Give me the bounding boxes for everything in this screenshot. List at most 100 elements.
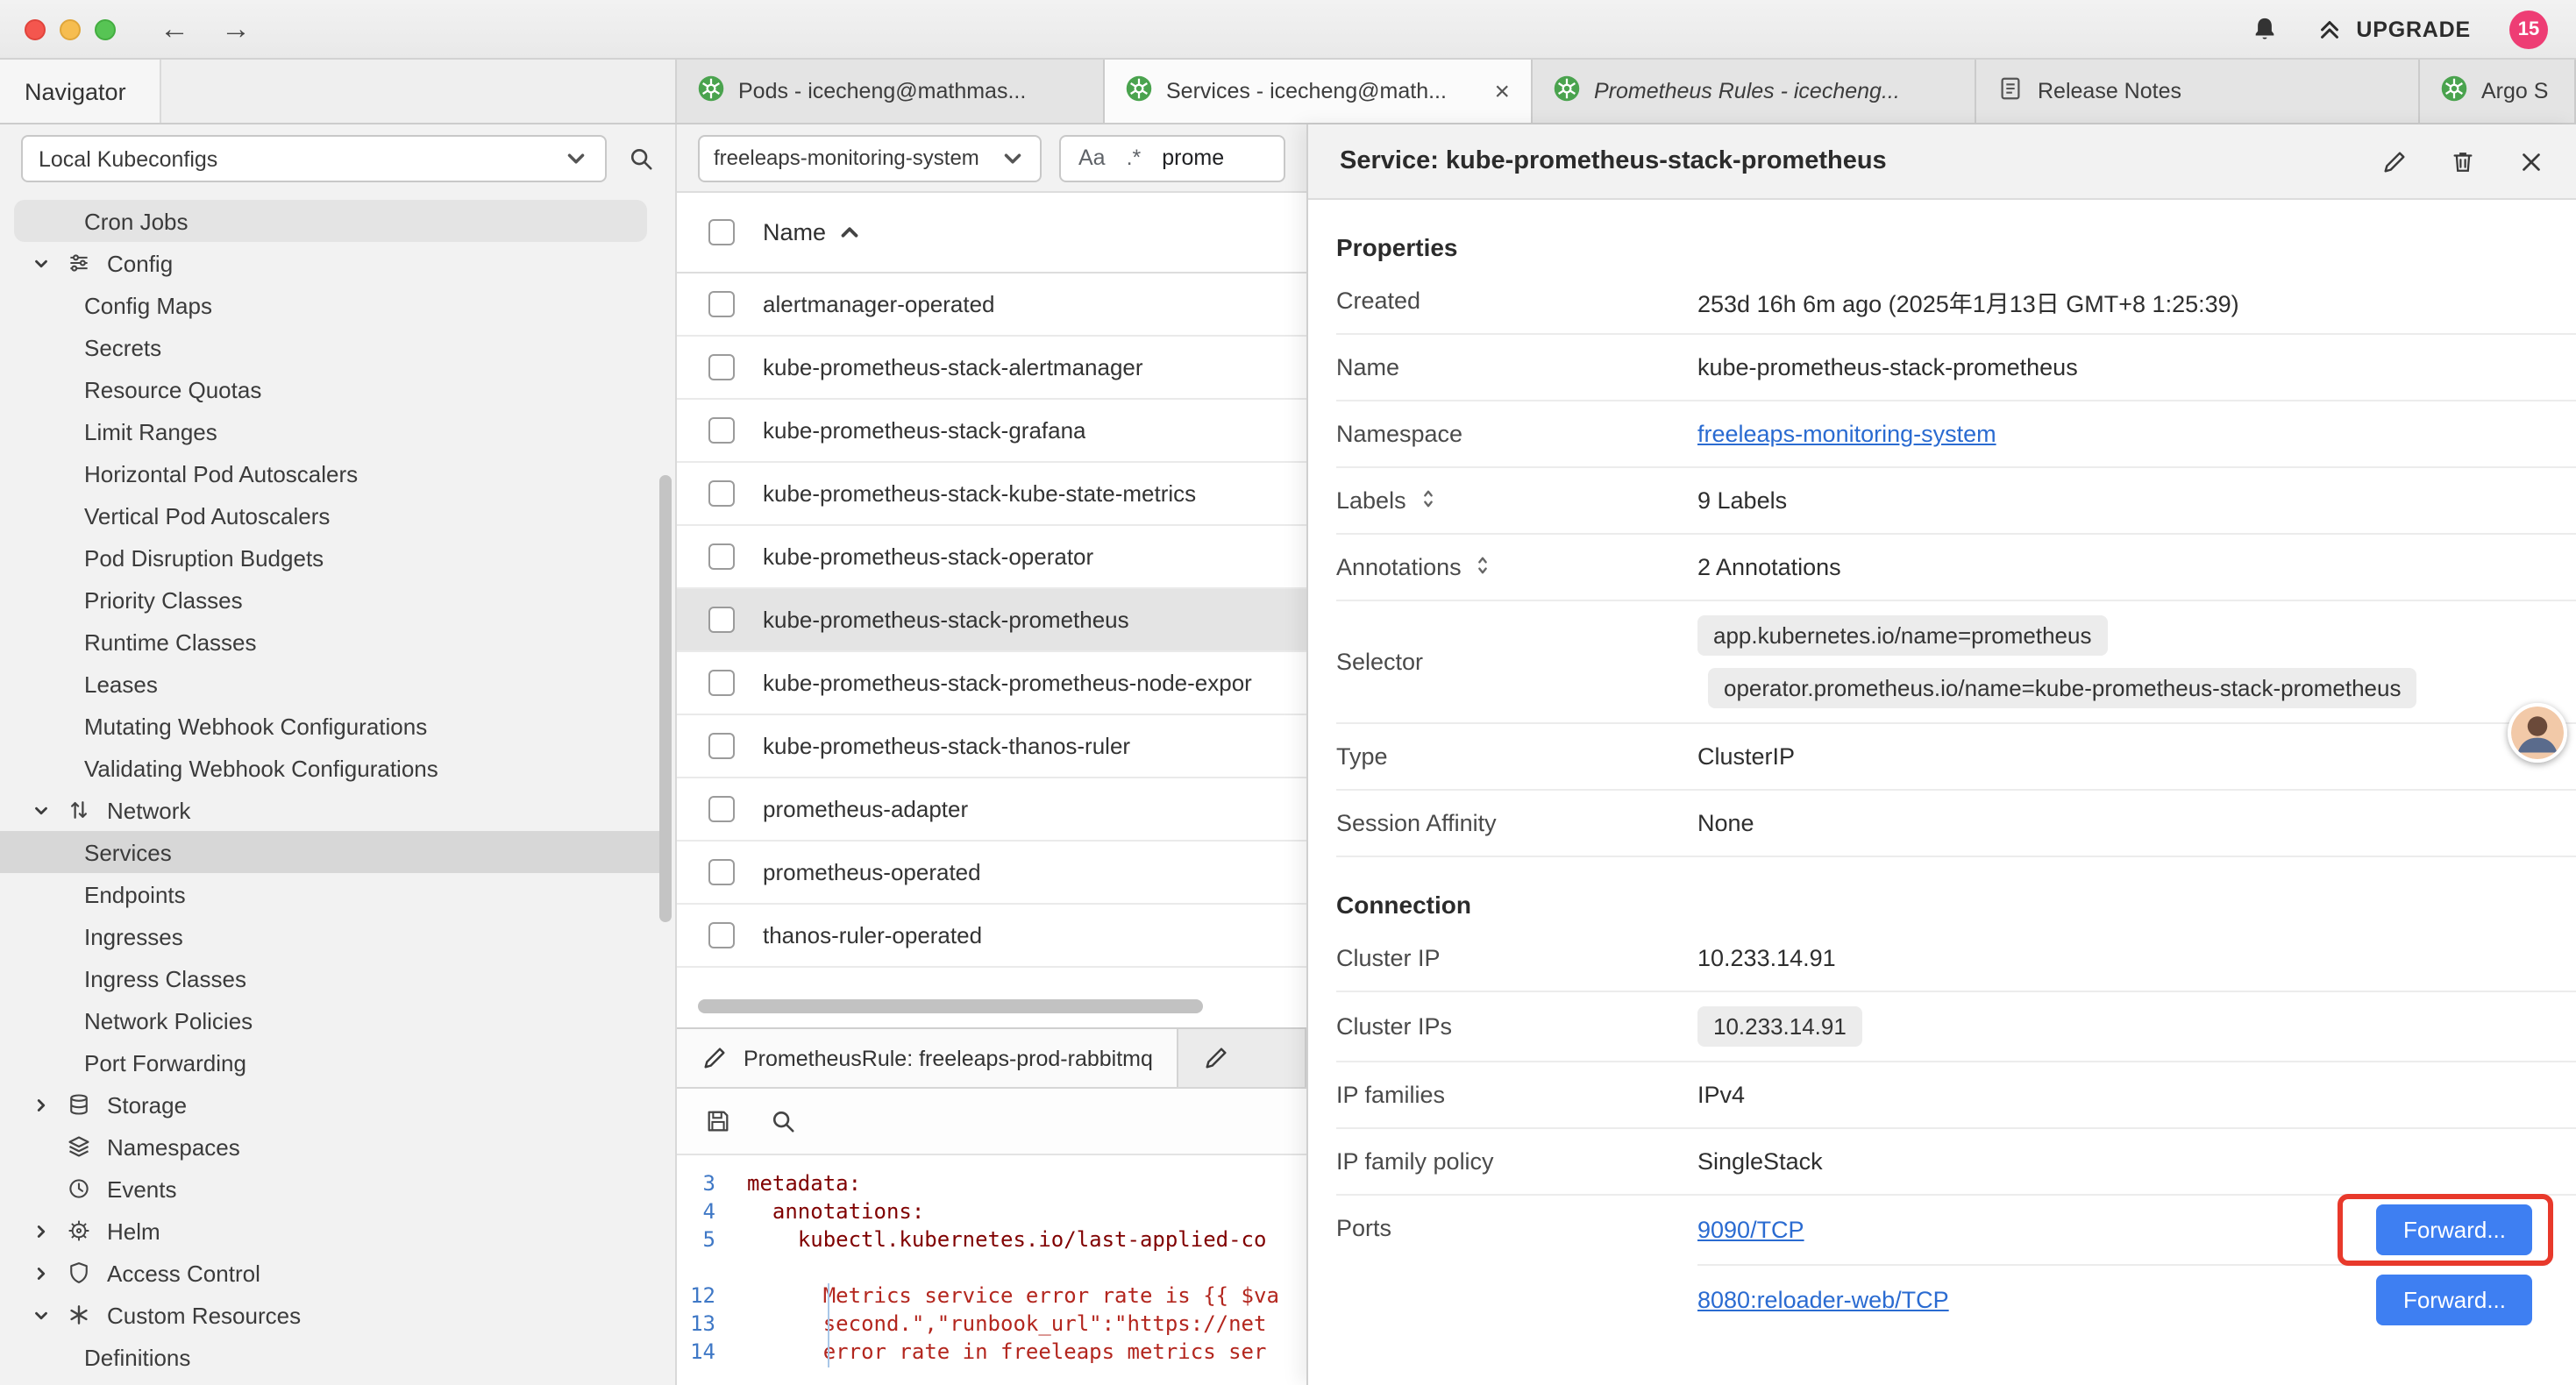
sidebar-item-namespaces[interactable]: Namespaces (0, 1126, 661, 1168)
editor-search-icon[interactable] (770, 1108, 796, 1134)
upgrade-button[interactable]: UPGRADE (2316, 16, 2471, 42)
tab-release-notes[interactable]: Release Notes (1976, 60, 2420, 123)
sidebar-item-vertical-pod-autoscalers[interactable]: Vertical Pod Autoscalers (0, 494, 661, 536)
name-column-header[interactable]: Name (763, 219, 863, 245)
sidebar-item-secrets[interactable]: Secrets (0, 326, 661, 368)
chevron-down-icon[interactable] (32, 1305, 67, 1325)
namespace-link[interactable]: freeleaps-monitoring-system (1697, 421, 1996, 447)
table-row[interactable]: kube-prometheus-stack-alertmanager (677, 337, 1306, 400)
select-all-checkbox[interactable] (708, 219, 735, 245)
match-case-toggle[interactable]: Aa (1078, 146, 1106, 170)
dock-tab-prometheusrule[interactable]: PrometheusRule: freeleaps-prod-rabbitmq (677, 1029, 1179, 1087)
tab-prometheus-rules-icecheng[interactable]: Prometheus Rules - icecheng... (1533, 60, 1976, 123)
sidebar-item-network-policies[interactable]: Network Policies (0, 999, 661, 1041)
chevron-right-icon[interactable] (32, 1263, 67, 1282)
row-checkbox[interactable] (708, 354, 735, 380)
navigator-tab[interactable]: Navigator (0, 60, 161, 123)
tab-pods-icecheng-mathmas[interactable]: Pods - icecheng@mathmas... (677, 60, 1105, 123)
sidebar-item-pod-disruption-budgets[interactable]: Pod Disruption Budgets (0, 536, 661, 579)
sidebar-item-limit-ranges[interactable]: Limit Ranges (0, 410, 661, 452)
table-row[interactable]: thanos-ruler-operated (677, 905, 1306, 968)
tab-argo-s[interactable]: Argo S (2420, 60, 2576, 123)
delete-resource-icon[interactable] (2450, 148, 2476, 174)
sidebar-item-access-control[interactable]: Access Control (0, 1252, 661, 1294)
sidebar-item-definitions[interactable]: Definitions (0, 1336, 661, 1378)
sort-toggle-icon[interactable] (1419, 487, 1438, 515)
sidebar-item-priority-classes[interactable]: Priority Classes (0, 579, 661, 621)
line-number: 5 (677, 1227, 747, 1255)
sidebar-item-storage[interactable]: Storage (0, 1083, 661, 1126)
table-row[interactable]: kube-prometheus-stack-thanos-ruler (677, 715, 1306, 778)
sidebar-item-config[interactable]: Config (0, 242, 661, 284)
edit-resource-icon[interactable] (2381, 148, 2408, 174)
horizontal-scrollbar[interactable] (677, 998, 1306, 1015)
row-checkbox[interactable] (708, 796, 735, 822)
user-avatar[interactable] (2508, 703, 2567, 763)
sidebar-item-custom-resources[interactable]: Custom Resources (0, 1294, 661, 1336)
table-row[interactable]: prometheus-adapter (677, 778, 1306, 842)
row-checkbox[interactable] (708, 607, 735, 633)
row-checkbox[interactable] (708, 480, 735, 507)
sort-toggle-icon[interactable] (1474, 553, 1493, 581)
table-row[interactable]: alertmanager-operated (677, 273, 1306, 337)
row-checkbox[interactable] (708, 733, 735, 759)
chevron-down-icon[interactable] (32, 253, 67, 273)
back-button[interactable]: ← (144, 11, 205, 46)
kubeconfig-selector[interactable]: Local Kubeconfigs (21, 135, 607, 182)
sidebar-item-config-maps[interactable]: Config Maps (0, 284, 661, 326)
sidebar-item-cron-jobs[interactable]: Cron Jobs (14, 200, 647, 242)
sidebar-item-runtime-classes[interactable]: Runtime Classes (0, 621, 661, 663)
sidebar-item-label: Config (107, 250, 173, 276)
table-row[interactable]: kube-prometheus-stack-prometheus-node-ex… (677, 652, 1306, 715)
sidebar-item-helm[interactable]: Helm (0, 1210, 661, 1252)
table-row[interactable]: prometheus-operated (677, 842, 1306, 905)
row-checkbox[interactable] (708, 922, 735, 948)
row-checkbox[interactable] (708, 417, 735, 444)
table-search-input[interactable]: Aa .* prome (1059, 134, 1285, 181)
chevron-right-icon[interactable] (32, 1095, 67, 1114)
sidebar-item-network[interactable]: Network (0, 789, 661, 831)
table-row[interactable]: kube-prometheus-stack-operator (677, 526, 1306, 589)
sidebar-item-ingresses[interactable]: Ingresses (0, 915, 661, 957)
minimize-window-button[interactable] (60, 18, 81, 39)
close-window-button[interactable] (25, 18, 46, 39)
regex-toggle[interactable]: .* (1127, 146, 1142, 170)
editor-line: 3metadata: (677, 1171, 1306, 1199)
sidebar-item-horizontal-pod-autoscalers[interactable]: Horizontal Pod Autoscalers (0, 452, 661, 494)
sidebar-item-events[interactable]: Events (0, 1168, 661, 1210)
forward-button[interactable]: Forward... (2377, 1274, 2532, 1325)
sidebar-item-ingress-classes[interactable]: Ingress Classes (0, 957, 661, 999)
zoom-window-button[interactable] (95, 18, 116, 39)
table-row[interactable]: kube-prometheus-stack-kube-state-metrics (677, 463, 1306, 526)
sidebar-item-endpoints[interactable]: Endpoints (0, 873, 661, 915)
port-link[interactable]: 8080:reloader-web/TCP (1697, 1286, 1949, 1312)
row-checkbox[interactable] (708, 859, 735, 885)
notifications-bell-icon[interactable] (2251, 16, 2277, 42)
chevron-down-icon[interactable] (32, 800, 67, 820)
row-checkbox[interactable] (708, 543, 735, 570)
row-checkbox[interactable] (708, 291, 735, 317)
namespace-filter[interactable]: freeleaps-monitoring-system (698, 134, 1042, 181)
chevron-right-icon[interactable] (32, 1221, 67, 1240)
table-row[interactable]: kube-prometheus-stack-prometheus (677, 589, 1306, 652)
table-row[interactable]: kube-prometheus-stack-grafana (677, 400, 1306, 463)
sidebar-item-mutating-webhook-configurations[interactable]: Mutating Webhook Configurations (0, 705, 661, 747)
forward-nav-button[interactable]: → (205, 11, 267, 46)
sidebar-search-icon[interactable] (628, 146, 654, 172)
notification-count-badge[interactable]: 15 (2509, 10, 2548, 48)
dock-tab-partial[interactable] (1179, 1029, 1306, 1087)
port-link[interactable]: 9090/TCP (1697, 1217, 1804, 1243)
close-drawer-icon[interactable] (2518, 148, 2544, 174)
sidebar-scrollbar[interactable] (659, 475, 672, 922)
forward-button[interactable]: Forward... (2377, 1204, 2532, 1255)
save-icon[interactable] (705, 1108, 731, 1134)
sidebar-item-leases[interactable]: Leases (0, 663, 661, 705)
yaml-editor[interactable]: 3metadata:4 annotations:5 kubectl.kubern… (677, 1157, 1306, 1385)
close-tab-icon[interactable]: × (1487, 76, 1510, 106)
sidebar-item-port-forwarding[interactable]: Port Forwarding (0, 1041, 661, 1083)
sidebar-item-resource-quotas[interactable]: Resource Quotas (0, 368, 661, 410)
tab-services-icecheng-math[interactable]: Services - icecheng@math...× (1105, 60, 1533, 123)
sidebar-item-services[interactable]: Services (0, 831, 661, 873)
sidebar-item-validating-webhook-configurations[interactable]: Validating Webhook Configurations (0, 747, 661, 789)
row-checkbox[interactable] (708, 670, 735, 696)
